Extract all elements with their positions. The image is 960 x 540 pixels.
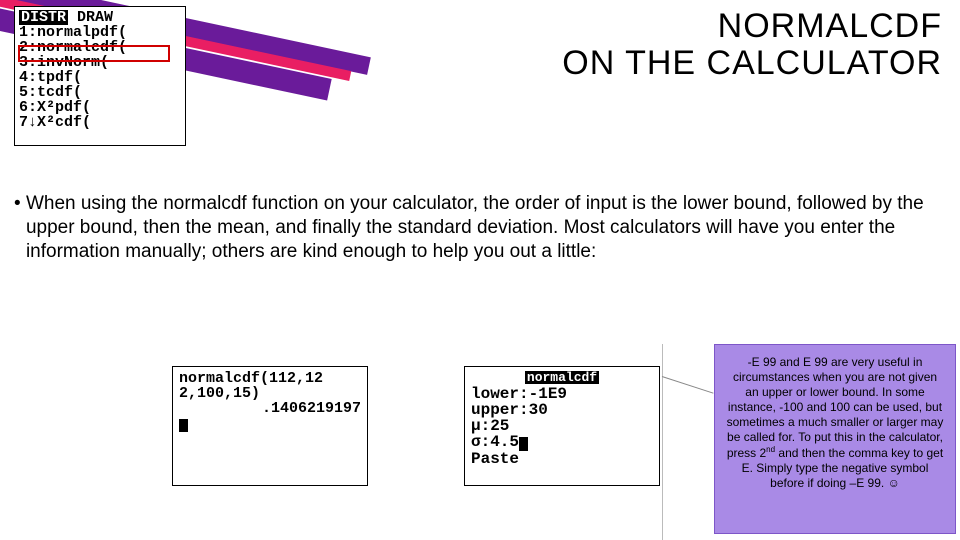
cursor-block-icon [179,419,188,432]
menu-item: 2:normalcdf( [19,40,181,55]
page-title: NORMALCDF ON THE CALCULATOR [562,8,942,81]
menu-tab-active: DISTR [19,10,68,25]
calc-line: normalcdf(112,12 [179,371,361,386]
tip-callout-box: -E 99 and E 99 are very useful in circum… [714,344,956,534]
menu-item: 3:invNorm( [19,55,181,70]
menu-item: 6:X²pdf( [19,100,181,115]
body-paragraph: • When using the normalcdf function on y… [14,192,934,263]
tip-superscript: nd [766,445,775,454]
calc-screenshot-manual-result: normalcdf(112,12 2,100,15) .1406219197 [172,366,368,486]
menu-item: 5:tcdf( [19,85,181,100]
calc-line: 2,100,15) [179,386,361,401]
calc-answer: .1406219197 [179,401,361,416]
wizard-value: 4.5 [490,433,519,451]
cursor-block-icon [519,437,528,451]
divider-line [662,344,663,540]
tip-text: -E 99 and E 99 are very useful in circum… [727,355,944,460]
calc-screenshot-wizard: normalcdf lower:-1E9 upper:30 μ:25 σ:4.5… [464,366,660,486]
calc-screenshot-distr-menu: DISTR DRAW 1:normalpdf( 2:normalcdf( 3:i… [14,6,186,146]
wizard-paste: Paste [471,451,653,467]
menu-item: 7↓X²cdf( [19,115,181,130]
callout-connector-line [662,376,714,394]
menu-item: 1:normalpdf( [19,25,181,40]
menu-item: 4:tpdf( [19,70,181,85]
wizard-value: 30 [529,401,548,419]
wizard-label: σ: [471,433,490,451]
title-line-2: ON THE CALCULATOR [562,45,942,82]
title-line-1: NORMALCDF [562,8,942,45]
wizard-header: normalcdf [525,371,599,384]
bullet-marker: • [14,192,21,216]
slide: NORMALCDF ON THE CALCULATOR DISTR DRAW 1… [0,0,960,540]
body-text-content: When using the normalcdf function on you… [26,192,926,263]
